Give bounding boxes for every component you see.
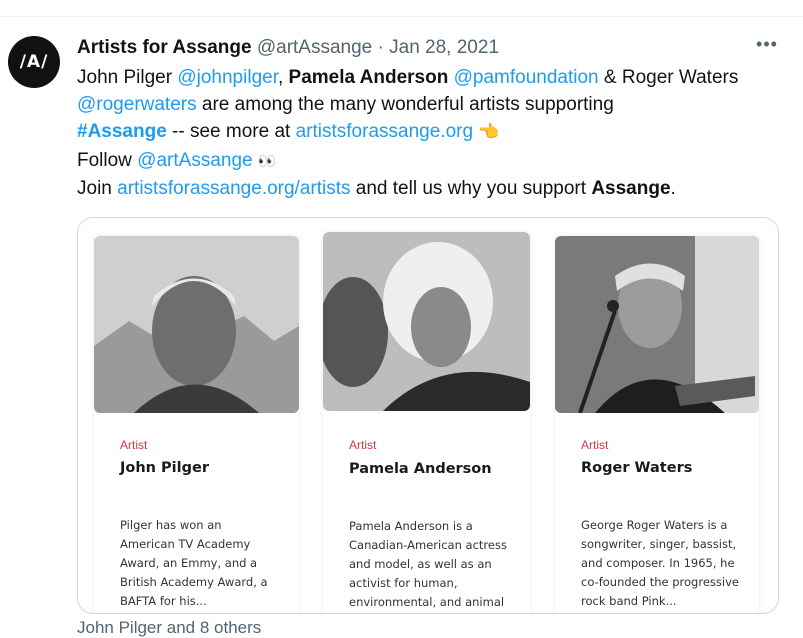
card-description: George Roger Waters is a songwriter, sin… (581, 518, 739, 608)
separator-dot: · (377, 37, 384, 58)
pointing-hand-icon: 👈 (478, 122, 500, 143)
text-segment: are among the many wonderful artists sup… (196, 94, 614, 116)
mention-link[interactable]: @pamfoundation (454, 67, 599, 88)
eyes-icon: 👀 (257, 151, 277, 170)
card-name: John Pilger (120, 460, 209, 476)
card-kind-label: Artist (349, 438, 377, 452)
text-segment: and tell us why you support (350, 177, 592, 199)
artist-card: Artist Pamela Anderson Pamela Anderson i… (323, 232, 530, 613)
text-segment: . (670, 177, 676, 199)
bold-text: Pamela Anderson (288, 67, 449, 88)
text-segment: , (277, 67, 289, 88)
card-name: Roger Waters (581, 460, 693, 476)
bold-text: Assange (591, 177, 671, 199)
artist-card: Artist Roger Waters George Roger Waters … (555, 236, 759, 613)
artist-photo (94, 236, 299, 413)
mention-link[interactable]: @johnpilger (177, 67, 278, 88)
text-segment: John Pilger (77, 67, 178, 88)
artist-photo (555, 236, 759, 413)
text-segment: -- see more at (166, 121, 296, 143)
divider (0, 16, 803, 17)
tagged-people[interactable]: John Pilger and 8 others (77, 618, 261, 638)
card-description: Pamela Anderson is a Canadian-American a… (349, 519, 507, 609)
text-segment: Join (77, 177, 118, 199)
tweet-date[interactable]: Jan 28, 2021 (389, 37, 499, 58)
handle[interactable]: @artAssange (257, 37, 372, 58)
text-segment: & Roger Waters (598, 67, 739, 88)
media-image[interactable]: Artist John Pilger Pilger has won an Ame… (77, 217, 779, 614)
hashtag-link[interactable]: #Assange (77, 121, 167, 142)
tweet-header: Artists for Assange @artAssange · Jan 28… (77, 36, 499, 60)
card-kind-label: Artist (120, 438, 148, 452)
website-link[interactable]: artistsforassange.org/artists (117, 178, 350, 199)
display-name[interactable]: Artists for Assange (77, 37, 252, 58)
card-kind-label: Artist (581, 438, 609, 452)
more-dots-icon[interactable]: ••• (752, 34, 782, 58)
mention-link[interactable]: @rogerwaters (77, 94, 197, 115)
artist-card: Artist John Pilger Pilger has won an Ame… (94, 236, 299, 613)
website-link[interactable]: artistsforassange.org (296, 121, 473, 142)
avatar[interactable]: /A/ (8, 36, 60, 88)
text-segment: Follow (77, 149, 138, 171)
card-name: Pamela Anderson (349, 461, 492, 477)
mention-link[interactable]: @artAssange (137, 150, 252, 171)
artist-photo (323, 232, 530, 411)
card-description: Pilger has won an American TV Academy Aw… (120, 518, 268, 608)
tweet-text: John Pilger @johnpilger, Pamela Anderson… (77, 64, 777, 202)
